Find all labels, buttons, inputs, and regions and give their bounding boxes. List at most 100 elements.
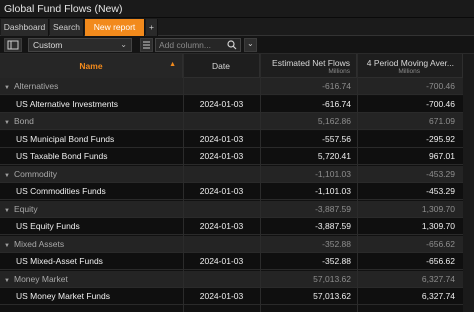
name-cell: US Commodities Funds (0, 183, 183, 200)
row-label: US Equity Funds (16, 221, 80, 231)
view-select-value: Custom (33, 40, 63, 50)
collapse-icon[interactable]: ▼ (4, 80, 14, 97)
add-column-placeholder: Add column... (159, 40, 211, 50)
date-cell (183, 78, 260, 95)
column-header-name[interactable]: Name ▲ (0, 54, 183, 78)
column-header-moving-average[interactable]: 4 Period Moving Aver... Millions (357, 54, 463, 78)
name-cell: ▼ Mixed Assets (0, 236, 183, 253)
tab-dashboard[interactable]: Dashboard (1, 19, 49, 36)
row-label: Money Market (14, 273, 68, 284)
row-label: Alternatives (14, 81, 59, 91)
moving-average-cell: 1,309.70 (421, 203, 455, 214)
group-row[interactable]: ▼ Alternatives -616.74 -700.46 (0, 78, 474, 95)
group-row[interactable]: ▼ Equity -3,887.59 1,309.70 (0, 200, 474, 218)
net-flows-cell: 5,720.41 (317, 151, 351, 161)
date-cell: 2024-01-03 (199, 221, 244, 231)
row-label: Equity (14, 203, 38, 214)
name-cell: ▼ Money Market (0, 271, 183, 288)
row-label: US Taxable Bond Funds (16, 151, 108, 161)
moving-average-cell: 967.01 (429, 151, 455, 161)
name-cell: ▼ Equity (0, 201, 183, 218)
column-divider (183, 54, 184, 312)
table-header: Name ▲ Date Estimated Net Flows Millions… (0, 54, 474, 78)
collapse-icon[interactable]: ▼ (4, 168, 14, 185)
name-cell: US Equity Funds (0, 218, 183, 235)
row-label: US Money Market Funds (16, 291, 111, 301)
view-select[interactable]: Custom ⌄ (28, 38, 132, 52)
options-dropdown-button[interactable]: ⌄ (244, 38, 257, 52)
name-cell: US Alternative Investments (0, 96, 183, 113)
table-row[interactable]: US Alternative Investments 2024-01-03 -616… (0, 95, 474, 113)
date-cell: 2024-01-03 (199, 98, 244, 109)
net-flows-cell: -3,887.59 (315, 203, 351, 214)
net-flows-cell: -616.74 (322, 81, 351, 91)
collapse-icon[interactable]: ▼ (4, 115, 14, 132)
collapse-icon[interactable]: ▼ (4, 273, 14, 290)
collapse-icon[interactable]: ▼ (4, 203, 14, 220)
group-row[interactable]: ▼ Bond 5,162.86 671.09 (0, 113, 474, 130)
date-cell (183, 271, 260, 288)
date-cell: 2024-01-03 (199, 256, 244, 266)
date-cell (183, 113, 260, 130)
name-cell: US Mixed-Asset Funds (0, 253, 183, 270)
row-label: Mixed Assets (14, 238, 65, 249)
date-cell: 2024-01-03 (199, 151, 244, 161)
net-flows-cell: -557.56 (322, 133, 351, 144)
moving-average-cell: -656.62 (426, 238, 455, 249)
add-column-input[interactable]: Add column... (155, 38, 241, 52)
column-divider (260, 54, 261, 312)
column-header-date[interactable]: Date (183, 54, 260, 78)
moving-average-cell: -700.46 (426, 81, 455, 91)
group-row[interactable]: ▼ Money Market 57,013.62 6,327.74 (0, 270, 474, 288)
search-icon (227, 40, 237, 50)
moving-average-cell: 6,327.74 (421, 273, 455, 284)
row-label: US Municipal Bond Funds (16, 133, 115, 144)
moving-average-cell: 1,309.70 (421, 221, 455, 231)
name-cell: US Taxable Bond Funds (0, 148, 183, 165)
column-divider (357, 54, 358, 312)
net-flows-cell: -616.74 (322, 98, 351, 109)
column-list-button[interactable] (140, 38, 153, 52)
moving-average-cell: 6,327.74 (421, 291, 455, 301)
moving-average-cell: -700.46 (426, 98, 455, 109)
date-cell: 2024-01-03 (199, 133, 244, 144)
name-cell: US Municipal Bond Funds (0, 131, 183, 148)
sort-ascending-icon[interactable]: ▲ (169, 61, 176, 68)
window-title: Global Fund Flows (New) (0, 0, 474, 18)
net-flows-cell: -352.88 (322, 238, 351, 249)
chevron-down-icon: ⌄ (247, 39, 254, 48)
table-row[interactable]: US Commodities Funds 2024-01-03 -1,101.03 -… (0, 183, 474, 200)
net-flows-cell: -1,101.03 (315, 186, 351, 196)
date-cell (183, 201, 260, 218)
table-row[interactable]: US Municipal Bond Funds 2024-01-03 -557.56… (0, 130, 474, 148)
row-label: US Mixed-Asset Funds (16, 256, 103, 266)
table-row[interactable]: US Mixed-Asset Funds 2024-01-03 -352.88 -65… (0, 253, 474, 270)
list-icon (143, 41, 150, 49)
name-cell: ▼ Bond (0, 113, 183, 130)
tab-search[interactable]: Search (50, 19, 84, 36)
group-row[interactable]: ▼ Commodity -1,101.03 -453.29 (0, 165, 474, 185)
moving-average-cell: -453.29 (426, 186, 455, 196)
row-label: Bond (14, 116, 34, 126)
column-header-flows[interactable]: Estimated Net Flows Millions (260, 54, 357, 78)
tab-bar: Dashboard Search New report + (0, 18, 474, 36)
net-flows-cell: 57,013.62 (313, 291, 351, 301)
collapse-icon[interactable]: ▼ (4, 238, 14, 255)
table-row[interactable]: US Money Market Funds 2024-01-03 57,013.62… (0, 288, 474, 305)
tab-new-report[interactable]: New report (85, 19, 145, 36)
date-cell (183, 236, 260, 253)
net-flows-cell: 57,013.62 (313, 273, 351, 284)
net-flows-cell: -3,887.59 (315, 221, 351, 231)
row-label: US Commodities Funds (16, 186, 106, 196)
group-row[interactable]: ▼ Mixed Assets -352.88 -656.62 (0, 235, 474, 253)
chevron-down-icon: ⌄ (120, 40, 127, 49)
net-flows-cell: 5,162.86 (317, 116, 351, 126)
panel-toggle-button[interactable] (4, 38, 22, 52)
net-flows-cell: -1,101.03 (315, 168, 351, 179)
row-label: US Alternative Investments (16, 98, 119, 109)
table-row[interactable]: US Taxable Bond Funds 2024-01-03 5,720.41 9… (0, 148, 474, 165)
table-row[interactable]: US Equity Funds 2024-01-03 -3,887.59 1,309.… (0, 218, 474, 235)
add-tab-button[interactable]: + (146, 19, 158, 36)
vertical-scrollbar[interactable] (463, 54, 474, 312)
name-cell: US Money Market Funds (0, 288, 183, 305)
